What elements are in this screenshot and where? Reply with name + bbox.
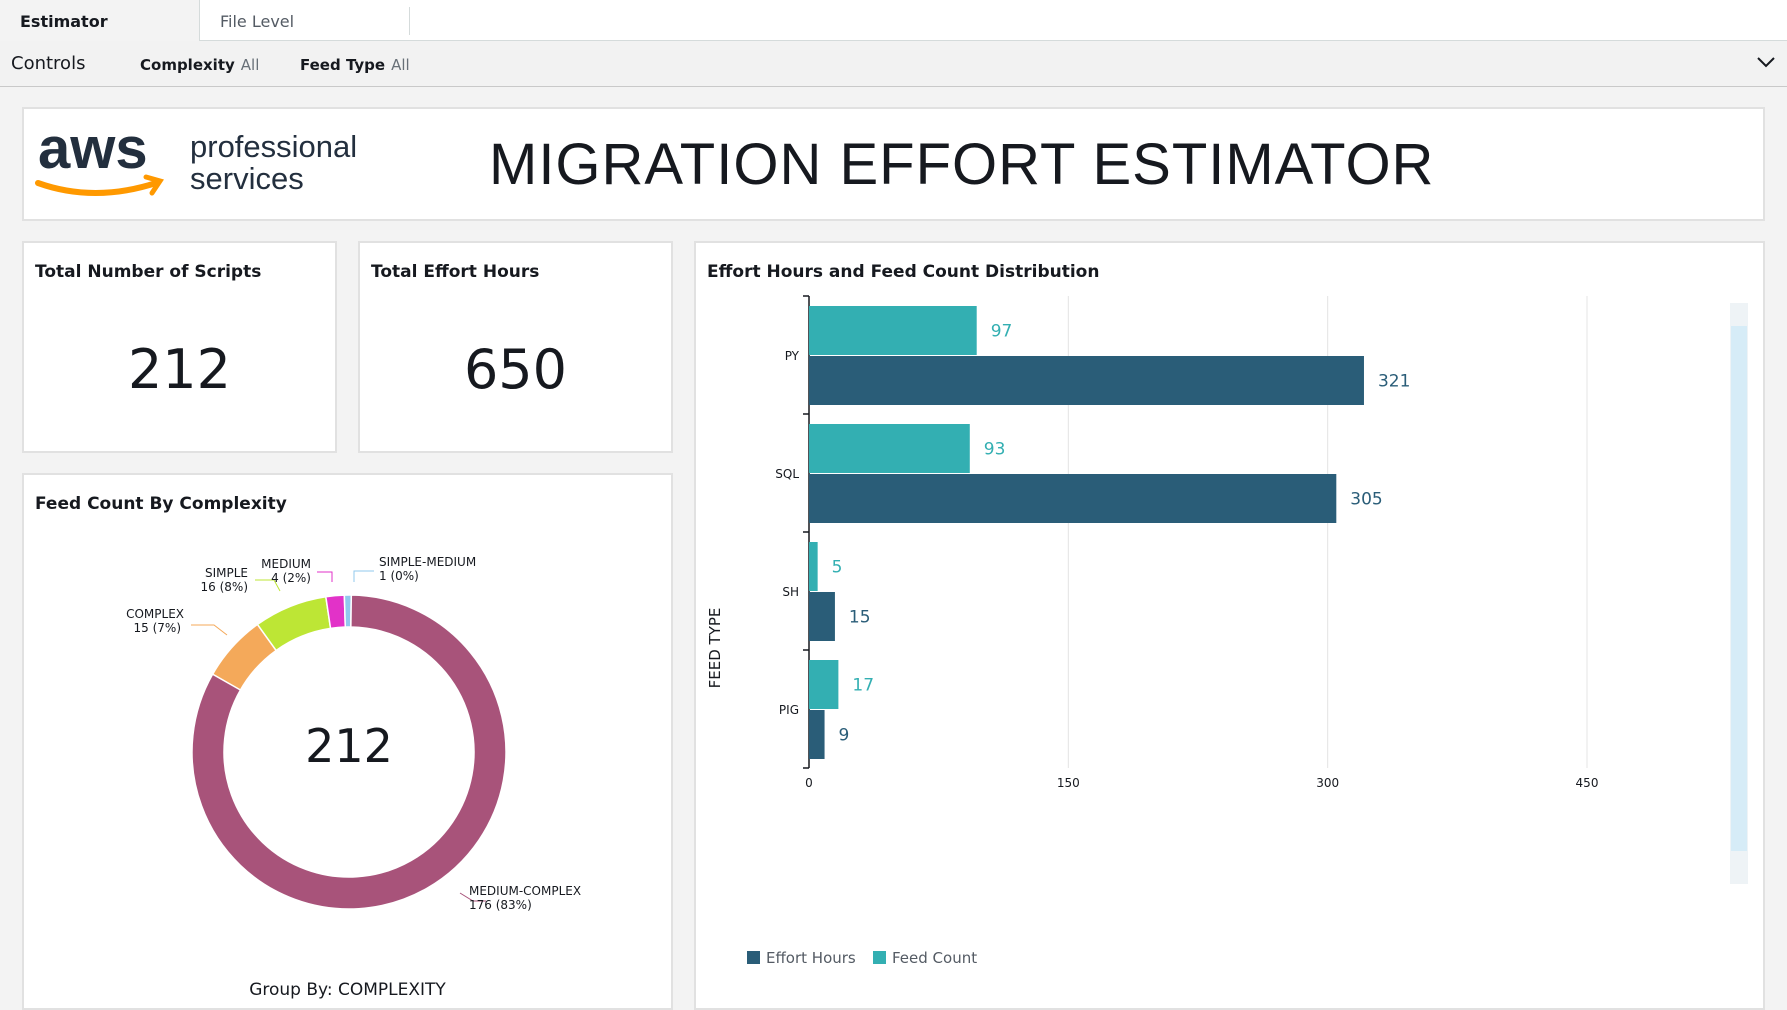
donut-label-medium-complex-name: MEDIUM-COMPLEX (469, 884, 581, 898)
logo-line-professional: professional (190, 129, 357, 164)
x-tick-label: 300 (1316, 776, 1339, 790)
data-label-effort-hours-sql: 305 (1350, 490, 1382, 510)
chevron-down-icon[interactable] (1755, 51, 1777, 73)
donut-label-simple-name: SIMPLE (205, 566, 248, 580)
bar-chart: 97 321 93 305 5 15 17 9 PY SQL SH PIG 0 150 300 450 F… (706, 295, 1748, 884)
kpi-total-scripts-title: Total Number of Scripts (35, 262, 262, 282)
donut-chart: 212 MEDIUM-COMPLEX 176 (83%) COMPLEX 15 … (126, 555, 581, 912)
bar-feed-count-sql[interactable] (809, 424, 970, 473)
bar-effort-hours-sh[interactable] (809, 592, 835, 641)
bar-feed-count-pig[interactable] (809, 660, 839, 709)
kpi-total-scripts: Total Number of Scripts 212 (22, 241, 337, 453)
legend-feed-count-label: Feed Count (892, 949, 978, 967)
page-title: MIGRATION EFFORT ESTIMATOR (489, 132, 1435, 197)
feed-type-filter-label: Feed Type (300, 56, 386, 74)
bar-effort-hours-pig[interactable] (809, 710, 825, 759)
kpi-total-effort-hours: Total Effort Hours 650 (358, 241, 673, 453)
kpi-total-scripts-value: 212 (127, 338, 232, 401)
donut-label-simple-value: 16 (8%) (201, 580, 248, 594)
bar-effort-hours-py[interactable] (809, 356, 1364, 405)
chart-scrollbar-thumb[interactable] (1731, 326, 1747, 851)
donut-label-complex-name: COMPLEX (126, 607, 184, 621)
data-label-feed-count-py: 97 (991, 322, 1013, 342)
complexity-filter[interactable]: Complexity All (140, 56, 259, 74)
data-label-effort-hours-sh: 15 (849, 608, 871, 628)
leader-line-medium (317, 571, 333, 582)
kpi-total-effort-hours-value: 650 (463, 338, 568, 401)
data-label-feed-count-sh: 5 (832, 558, 843, 578)
category-label-sh: SH (782, 585, 799, 599)
controls-label: Controls (11, 53, 86, 74)
donut-label-complex-value: 15 (7%) (134, 621, 181, 635)
donut-label-medium-value: 4 (2%) (271, 571, 311, 585)
bar-feed-count-sh[interactable] (809, 542, 818, 591)
legend-feed-count-swatch (873, 951, 886, 964)
aws-professional-services-logo: aws professional services (35, 123, 357, 196)
donut-label-medium-complex-value: 176 (83%) (469, 898, 532, 912)
feed-count-by-complexity-card: Feed Count By Complexity 212 MEDIUM-COMP… (22, 473, 673, 1010)
kpi-total-effort-hours-title: Total Effort Hours (371, 262, 540, 282)
data-label-effort-hours-pig: 9 (839, 726, 850, 746)
controls-bar: Controls Complexity All Feed Type All (0, 41, 1787, 87)
x-tick-label: 150 (1057, 776, 1080, 790)
complexity-filter-label: Complexity (140, 56, 235, 74)
effort-hours-feed-count-card: Effort Hours and Feed Count Distribution… (694, 241, 1765, 1010)
category-label-py: PY (785, 349, 800, 363)
aws-smile-icon (35, 180, 159, 196)
bar-feed-count-py[interactable] (809, 306, 977, 355)
category-label-pig: PIG (779, 703, 799, 717)
tab-bar: Estimator Summary File Level Information (0, 0, 1787, 75)
feed-type-filter[interactable]: Feed Type All (300, 56, 410, 74)
tab-estimator-summary[interactable]: Estimator Summary (0, 0, 200, 75)
y-axis-title: FEED TYPE (706, 608, 724, 689)
bar-effort-hours-sql[interactable] (809, 474, 1337, 523)
data-label-feed-count-pig: 17 (852, 676, 874, 696)
donut-group-by: Group By: COMPLEXITY (249, 980, 446, 1000)
leader-line-simple-medium (353, 570, 374, 582)
feed-type-filter-value: All (391, 56, 410, 74)
data-label-feed-count-sql: 93 (984, 440, 1006, 460)
logo-line-services: services (190, 161, 304, 196)
donut-label-simple-medium-name: SIMPLE-MEDIUM (379, 555, 476, 569)
leader-line-complex (191, 624, 228, 636)
category-label-sql: SQL (775, 467, 799, 481)
donut-label-simple-medium-value: 1 (0%) (379, 569, 419, 583)
legend-effort-hours-label: Effort Hours (766, 949, 856, 967)
x-tick-label: 0 (805, 776, 813, 790)
legend-effort-hours[interactable]: Effort Hours (747, 949, 856, 967)
legend-feed-count[interactable]: Feed Count (873, 949, 977, 967)
legend-effort-hours-swatch (747, 951, 760, 964)
donut-center-total: 212 (305, 719, 393, 773)
aws-logo-word: aws (38, 123, 148, 181)
tab-file-level-information[interactable]: File Level Information (200, 7, 410, 61)
donut-label-medium-name: MEDIUM (261, 557, 311, 571)
complexity-filter-value: All (240, 56, 260, 74)
banner-card: aws professional services MIGRATION EFFO… (22, 107, 1765, 221)
data-label-effort-hours-py: 321 (1378, 372, 1410, 392)
x-tick-label: 450 (1576, 776, 1599, 790)
